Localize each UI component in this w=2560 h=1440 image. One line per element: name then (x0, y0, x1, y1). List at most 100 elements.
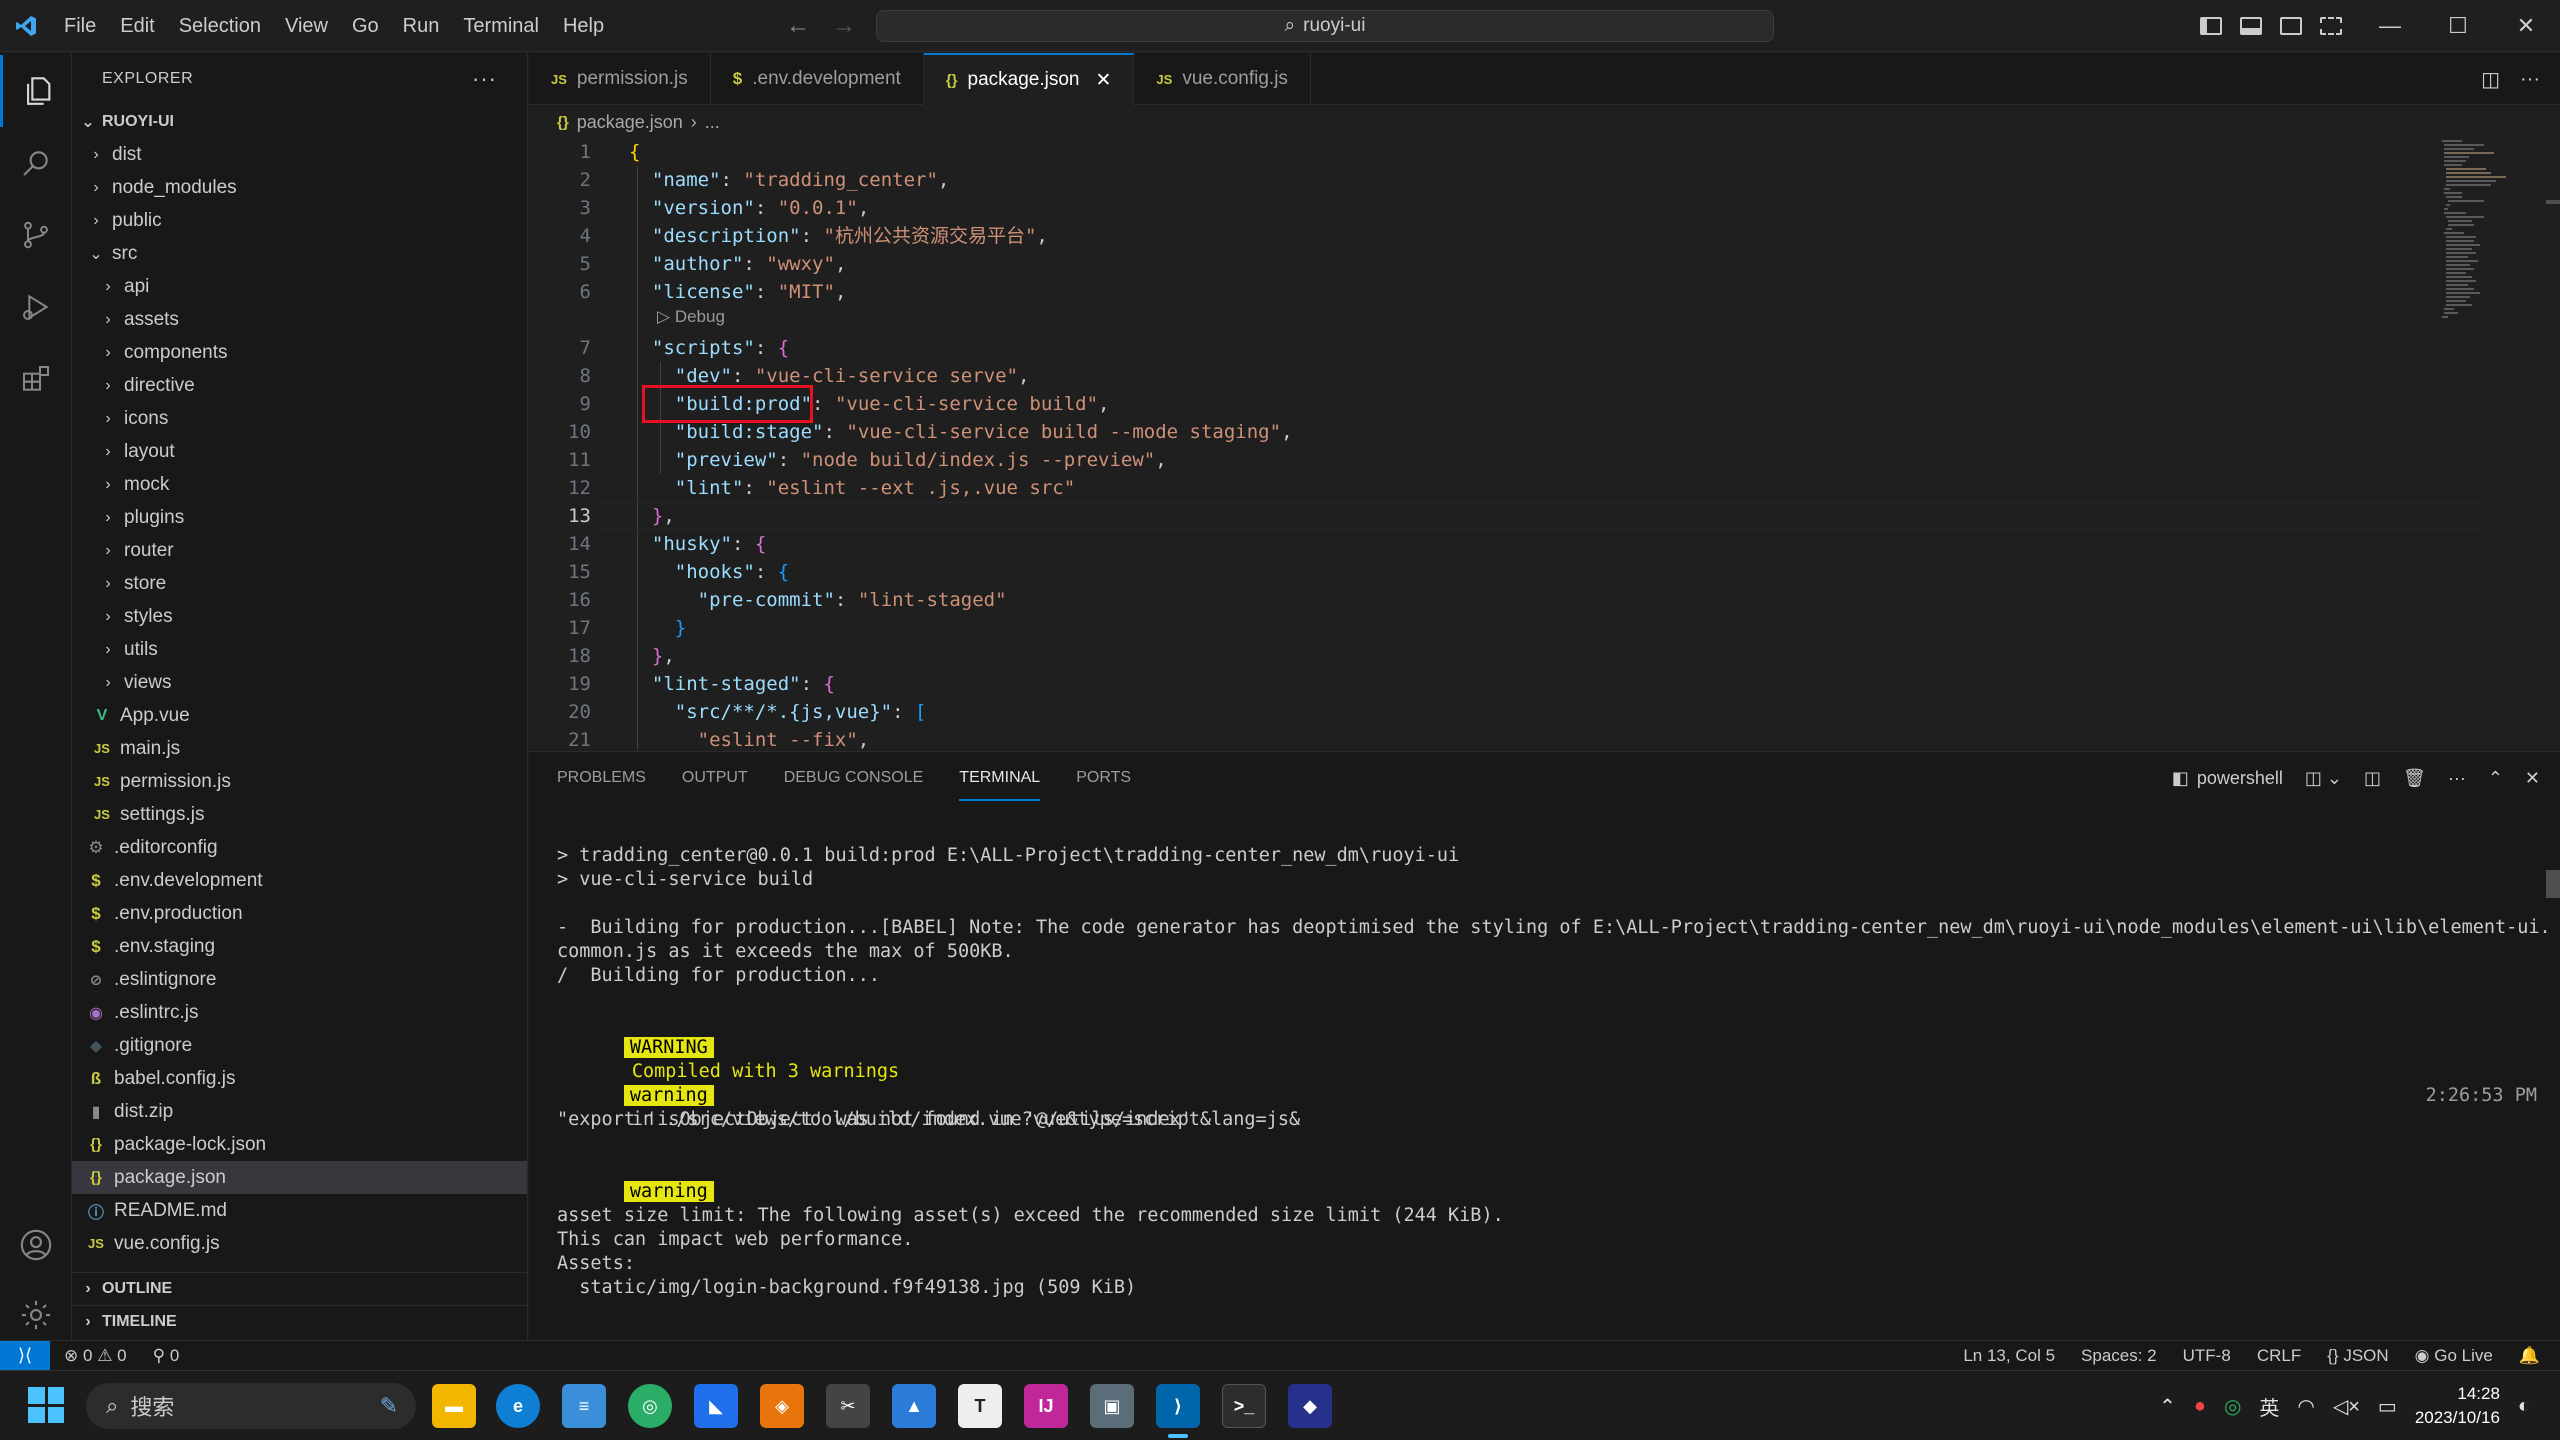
problems-status[interactable]: ⊗ 0 ⚠ 0 (64, 1346, 127, 1366)
terminal-taskbar-icon[interactable]: >_ (1222, 1384, 1266, 1428)
tree-item-mock[interactable]: › mock (72, 468, 527, 501)
menu-go[interactable]: Go (340, 0, 391, 52)
tab-permission-js[interactable]: JS permission.js (529, 53, 711, 105)
tree-item-plugins[interactable]: › plugins (72, 501, 527, 534)
ports-status[interactable]: ⚲ 0 (153, 1346, 180, 1366)
go-live-button[interactable]: ◉ Go Live (2415, 1346, 2493, 1366)
forward-arrow-icon[interactable]: → (832, 12, 856, 40)
encoding[interactable]: UTF-8 (2183, 1346, 2231, 1366)
menu-view[interactable]: View (273, 0, 340, 52)
tree-item-icons[interactable]: › icons (72, 402, 527, 435)
extensions-icon[interactable] (0, 343, 72, 415)
notepad-icon[interactable]: ≡ (562, 1384, 606, 1428)
close-tab-icon[interactable]: ✕ (1095, 69, 1111, 92)
split-terminal-icon[interactable]: ◫ ⌄ (2305, 768, 2342, 789)
wechat-tray-icon[interactable]: ◎ (2224, 1394, 2241, 1419)
close-panel-icon[interactable]: ✕ (2525, 768, 2540, 789)
tree-item-store[interactable]: › store (72, 567, 527, 600)
volume-muted-icon[interactable]: ◁× (2333, 1394, 2360, 1419)
trash-icon[interactable]: 🗑 (2403, 768, 2426, 789)
accounts-icon[interactable] (0, 1209, 72, 1281)
tree-item-components[interactable]: › components (72, 336, 527, 369)
breadcrumb-rest[interactable]: ... (705, 112, 720, 133)
timeline-section[interactable]: › TIMELINE (72, 1305, 528, 1338)
vscode-taskbar-icon[interactable]: ⟩ (1156, 1384, 1200, 1438)
ime-indicator[interactable]: 英 (2259, 1392, 2279, 1421)
wifi-icon[interactable]: ◠ (2297, 1394, 2314, 1419)
tree-item-node_modules[interactable]: › node_modules (72, 171, 527, 204)
tree-item-styles[interactable]: › styles (72, 600, 527, 633)
search-view-icon[interactable] (0, 127, 72, 199)
menu-run[interactable]: Run (391, 0, 452, 52)
notifications-bell-icon[interactable]: 🔔 (2519, 1346, 2540, 1366)
tree-item-app-vue[interactable]: V App.vue (72, 699, 527, 732)
panel-tab-terminal[interactable]: TERMINAL (959, 755, 1041, 801)
clock[interactable]: 14:28 2023/10/16 (2415, 1382, 2500, 1430)
battery-icon[interactable]: ▭ (2378, 1394, 2397, 1419)
tree-item-api[interactable]: › api (72, 270, 527, 303)
wechat-icon[interactable]: ◎ (628, 1384, 672, 1428)
panel-tab-debug-console[interactable]: DEBUG CONSOLE (784, 769, 924, 787)
more-actions-icon[interactable]: ··· (2520, 68, 2540, 91)
line-ending[interactable]: CRLF (2257, 1346, 2301, 1366)
menu-edit[interactable]: Edit (108, 0, 166, 52)
menu-selection[interactable]: Selection (167, 0, 273, 52)
customize-layout-icon[interactable] (2320, 17, 2342, 35)
tab-package-json[interactable]: {} package.json ✕ (923, 53, 1135, 105)
more-actions-icon[interactable]: ··· (472, 66, 497, 92)
tree-item-dot-env-staging[interactable]: $ .env.staging (72, 930, 527, 963)
split-editor-icon[interactable]: ◫ (2481, 67, 2500, 92)
command-center-search[interactable]: ⌕ ruoyi-ui (876, 10, 1774, 42)
tree-item-vue-config-js[interactable]: JS vue.config.js (72, 1227, 527, 1260)
tree-item-directive[interactable]: › directive (72, 369, 527, 402)
toggle-panel-icon[interactable] (2240, 17, 2262, 35)
tree-item-dot-eslintrc-js[interactable]: ◉ .eslintrc.js (72, 996, 527, 1029)
workspace-root[interactable]: ⌄ RUOYI-UI (72, 105, 527, 138)
edge-browser-icon[interactable]: e (496, 1384, 540, 1428)
maximize-button[interactable]: ☐ (2424, 0, 2492, 52)
tree-item-dot-eslintignore[interactable]: ⊘ .eslintignore (72, 963, 527, 996)
tree-item-babel-config-js[interactable]: ß babel.config.js (72, 1062, 527, 1095)
tree-item-dot-gitignore[interactable]: ◆ .gitignore (72, 1029, 527, 1062)
indentation[interactable]: Spaces: 2 (2081, 1346, 2157, 1366)
tree-item-dot-editorconfig[interactable]: ⚙ .editorconfig (72, 831, 527, 864)
device-manager-icon[interactable]: ▣ (1090, 1384, 1134, 1428)
back-arrow-icon[interactable]: ← (786, 12, 810, 40)
tree-item-permission-js[interactable]: JS permission.js (72, 765, 527, 798)
tree-item-main-js[interactable]: JS main.js (72, 732, 527, 765)
tree-item-src[interactable]: ⌄ src (72, 237, 527, 270)
photos-icon[interactable]: ▲ (892, 1384, 936, 1428)
minimap[interactable] (2440, 138, 2510, 338)
debug-codelens[interactable]: ▷ Debug (657, 305, 725, 329)
tree-item-dist[interactable]: › dist (72, 138, 527, 171)
app-blue-icon[interactable]: ◆ (1288, 1384, 1332, 1428)
tree-item-assets[interactable]: › assets (72, 303, 527, 336)
terminal-scrollbar[interactable] (2546, 870, 2560, 898)
editor-scrollbar[interactable] (2546, 200, 2560, 204)
tree-item-public[interactable]: › public (72, 204, 527, 237)
close-window-button[interactable]: ✕ (2492, 0, 2560, 52)
remote-indicator-icon[interactable]: ⟩⟨ (0, 1340, 50, 1371)
tree-item-settings-js[interactable]: JS settings.js (72, 798, 527, 831)
menu-file[interactable]: File (52, 0, 108, 52)
intellij-icon[interactable]: IJ (1024, 1384, 1068, 1428)
notification-icon[interactable]: ◐ (2518, 1395, 2530, 1418)
tree-item-package-json[interactable]: {} package.json (72, 1161, 527, 1194)
menu-terminal[interactable]: Terminal (451, 0, 551, 52)
outline-section[interactable]: › OUTLINE (72, 1272, 528, 1305)
toggle-primary-sidebar-icon[interactable] (2200, 17, 2222, 35)
minimize-button[interactable]: — (2356, 0, 2424, 52)
tray-app-icon[interactable]: ● (2194, 1395, 2206, 1418)
tab-dot-env-development[interactable]: $ .env.development (711, 53, 924, 105)
breadcrumb-file[interactable]: package.json (577, 112, 683, 133)
panel-tab-problems[interactable]: PROBLEMS (557, 769, 646, 787)
tree-item-dist-zip[interactable]: ▮ dist.zip (72, 1095, 527, 1128)
typora-icon[interactable]: T (958, 1384, 1002, 1428)
tree-item-dot-env-development[interactable]: $ .env.development (72, 864, 527, 897)
app-orange-icon[interactable]: ◈ (760, 1384, 804, 1428)
tree-item-utils[interactable]: › utils (72, 633, 527, 666)
cursor-position[interactable]: Ln 13, Col 5 (1963, 1346, 2055, 1366)
chevron-up-icon[interactable]: ⌃ (2159, 1394, 2176, 1419)
tree-item-views[interactable]: › views (72, 666, 527, 699)
more-actions-icon[interactable]: ··· (2448, 768, 2466, 789)
